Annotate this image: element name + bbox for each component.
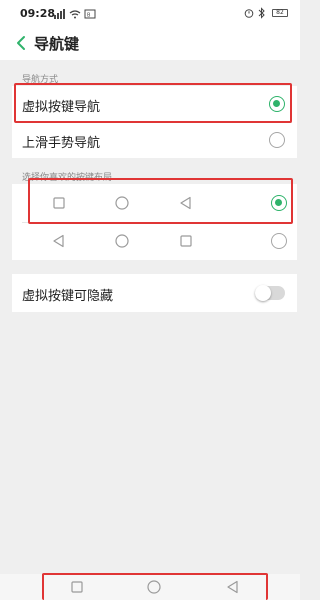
layout-option-1[interactable] [12,184,297,222]
app-header: 导航键 [0,26,300,60]
layout-option-2-radio[interactable] [271,233,287,249]
hide-keys-label: 虚拟按键可隐藏 [22,289,114,304]
status-bar: 09:28 B 82 [0,0,300,26]
bluetooth-icon [258,7,265,19]
navigation-mode-section-label: 导航方式 [22,75,59,85]
battery-icon: 82 [272,9,288,17]
square-icon [53,197,65,209]
option-virtual-keys-label: 虚拟按键导航 [22,100,101,115]
page-title: 导航键 [34,35,80,53]
triangle-left-icon [53,234,64,248]
signal-wifi-icons: B [54,9,96,19]
layout-option-2[interactable] [12,222,297,260]
alarm-icon [244,9,254,18]
status-time: 09:28 [20,7,56,20]
option-swipe-gesture[interactable]: 上滑手势导航 [12,122,297,158]
circle-icon [115,234,129,248]
key-layout-section-label: 选择你喜欢的按键布局 [22,173,113,183]
triangle-left-icon[interactable] [226,580,240,594]
circle-icon [115,196,129,210]
navigation-mode-group: 虚拟按键导航 上滑手势导航 [12,86,297,158]
option-virtual-keys[interactable]: 虚拟按键导航 [12,86,297,122]
system-nav-bar [0,574,300,600]
svg-text:B: B [87,13,91,19]
virtual-keys-radio[interactable] [269,96,285,112]
battery-level: 82 [276,9,284,16]
hide-keys-toggle[interactable] [255,285,285,301]
triangle-left-icon [180,196,191,210]
hide-keys-row[interactable]: 虚拟按键可隐藏 [12,274,297,312]
square-icon[interactable] [71,581,83,593]
back-chevron-icon[interactable] [14,35,28,51]
option-swipe-gesture-label: 上滑手势导航 [22,136,101,151]
square-icon [180,235,192,247]
circle-icon[interactable] [147,580,161,594]
key-layout-group [12,184,297,260]
swipe-gesture-radio[interactable] [269,132,285,148]
layout-option-1-radio[interactable] [271,195,287,211]
